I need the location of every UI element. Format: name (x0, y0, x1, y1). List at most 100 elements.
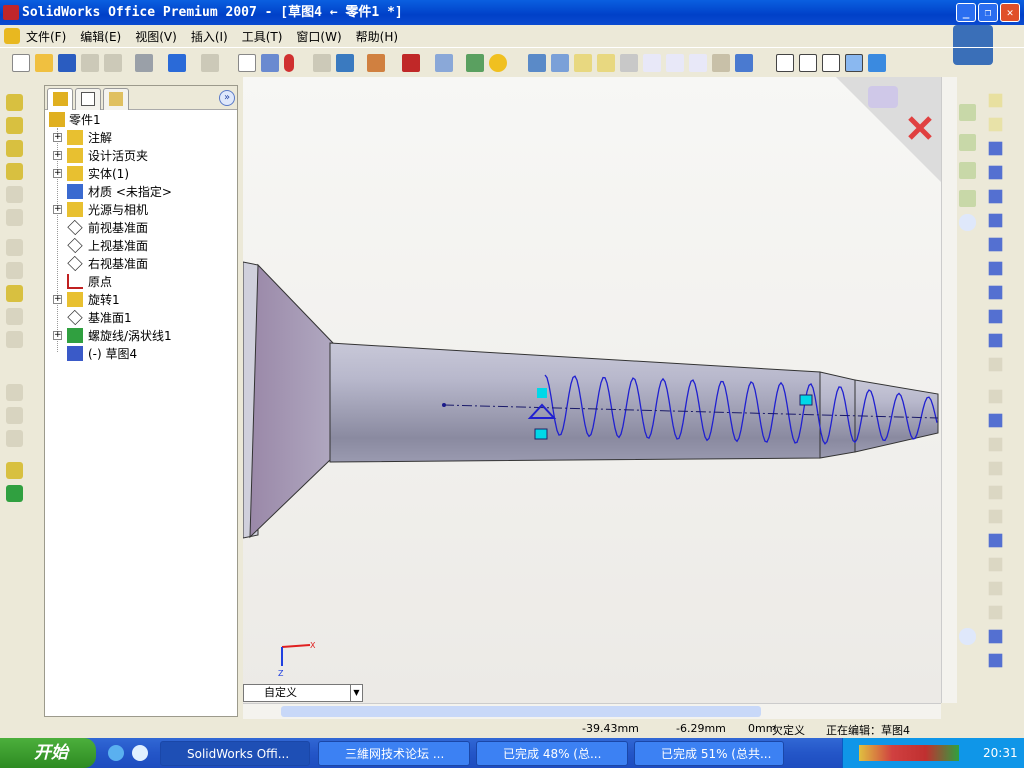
sweep-icon[interactable] (6, 163, 23, 180)
view-tool-4-icon[interactable] (643, 53, 661, 72)
tree-item[interactable]: + 旋转1 (45, 290, 235, 308)
rectangle-icon[interactable] (988, 165, 1003, 180)
tree-item[interactable]: 前视基准面 (45, 218, 235, 236)
tree-item[interactable]: + 光源与相机 (45, 200, 235, 218)
make-drawing-icon[interactable] (81, 53, 99, 72)
hole-icon[interactable] (6, 331, 23, 348)
tree-item[interactable]: + 注解 (45, 128, 235, 146)
solidworks-menu-icon[interactable] (4, 28, 20, 44)
shell-icon[interactable] (6, 285, 23, 302)
tree-item[interactable]: + 设计活页夹 (45, 146, 235, 164)
tree-item[interactable]: (-) 草图4 (45, 344, 235, 362)
reference-geometry-icon[interactable] (6, 462, 23, 479)
expand-icon[interactable]: + (53, 204, 62, 214)
mirror-icon[interactable] (6, 430, 23, 447)
view-tool-2-icon[interactable] (597, 53, 615, 72)
expand-icon[interactable]: + (53, 150, 62, 160)
save-icon[interactable] (58, 53, 76, 72)
zoom-icon[interactable] (551, 53, 569, 72)
menu-view[interactable]: 视图(V) (135, 28, 177, 45)
task-solidworks[interactable]: SolidWorks Offi... (160, 741, 310, 766)
expand-icon[interactable]: + (53, 294, 62, 304)
restore-button[interactable]: ❐ (978, 3, 998, 22)
undo-icon[interactable] (168, 53, 186, 72)
menu-help[interactable]: 帮助(H) (356, 28, 398, 45)
shaded-edges-icon[interactable] (845, 53, 863, 72)
grid-icon[interactable] (313, 53, 331, 72)
tree-item[interactable]: 基准面1 (45, 308, 235, 326)
linear-pattern-icon[interactable] (988, 485, 1003, 500)
print-icon[interactable] (135, 53, 153, 72)
draft-icon[interactable] (6, 308, 23, 325)
wireframe-icon[interactable] (776, 53, 794, 72)
menu-file[interactable]: 文件(F) (26, 28, 66, 45)
tree-item[interactable]: 右视基准面 (45, 254, 235, 272)
repair-sketch-icon[interactable] (988, 581, 1003, 596)
line-icon[interactable] (988, 141, 1003, 156)
curves-icon[interactable] (6, 485, 23, 502)
tree-item[interactable]: 材质 <未指定> (45, 182, 235, 200)
window-layout-icon[interactable] (435, 53, 453, 72)
ie-quicklaunch-icon[interactable] (108, 745, 124, 761)
mirror-sketch-icon[interactable] (988, 461, 1003, 476)
hidden-lines-icon[interactable] (799, 53, 817, 72)
display-relations-icon[interactable] (988, 557, 1003, 572)
relation-marker[interactable] (534, 428, 548, 440)
arc-icon[interactable] (988, 213, 1003, 228)
view-tool-6-icon[interactable] (689, 53, 707, 72)
task-forum[interactable]: 三維网技术论坛 ... (318, 741, 470, 766)
hidden-removed-icon[interactable] (822, 53, 840, 72)
view-selector[interactable]: 自定义 ▼ (243, 684, 363, 702)
construction-icon[interactable] (988, 357, 1003, 372)
point-icon[interactable] (988, 333, 1003, 348)
dropdown-arrow-icon[interactable]: ▼ (350, 685, 362, 701)
model-view[interactable]: X Z (242, 77, 941, 703)
path-icon[interactable] (988, 629, 1003, 644)
menu-insert[interactable]: 插入(I) (191, 28, 228, 45)
menu-tools[interactable]: 工具(T) (242, 28, 283, 45)
smart-dimension-icon[interactable] (988, 117, 1003, 132)
view-tool-3-icon[interactable] (620, 53, 638, 72)
trim-icon[interactable] (988, 413, 1003, 428)
view-zoom-icon[interactable] (959, 162, 976, 179)
expand-icon[interactable]: + (53, 330, 62, 340)
cut-extrude-icon[interactable] (6, 117, 23, 134)
properties-icon[interactable] (466, 53, 484, 72)
extrude-icon[interactable] (6, 94, 23, 111)
fillet-icon[interactable] (6, 209, 23, 226)
sketch-orient-icon[interactable] (528, 53, 546, 72)
view-tool-1-icon[interactable] (574, 53, 592, 72)
minimize-button[interactable]: _ (956, 3, 976, 22)
menu-edit[interactable]: 编辑(E) (80, 28, 121, 45)
sw-options-icon[interactable] (402, 53, 420, 72)
make-assembly-icon[interactable] (104, 53, 122, 72)
tree-item[interactable]: 原点 (45, 272, 235, 290)
task-download-48[interactable]: 已完成 48% (总... (476, 741, 628, 766)
exit-sketch-icon[interactable] (868, 86, 898, 108)
rebuild-icon[interactable] (284, 53, 294, 72)
view-home-icon[interactable] (959, 104, 976, 121)
close-button[interactable]: ✕ (1000, 3, 1020, 22)
graphics-area[interactable]: X Z 自定义 ▼ (242, 77, 941, 703)
convert-entities-icon[interactable] (988, 509, 1003, 524)
vertical-scrollbar[interactable] (941, 77, 957, 703)
offset-icon[interactable] (988, 437, 1003, 452)
start-button[interactable]: 开始 (0, 738, 96, 768)
tab-feature-tree[interactable] (47, 88, 73, 110)
horizontal-scrollbar[interactable] (243, 703, 941, 719)
tab-property-manager[interactable] (75, 88, 101, 110)
view-tool-7-icon[interactable] (712, 53, 730, 72)
photoworks-icon[interactable] (367, 53, 385, 72)
tree-item[interactable]: 上视基准面 (45, 236, 235, 254)
circular-pattern-icon[interactable] (6, 407, 23, 424)
collapse-icon[interactable] (959, 214, 976, 231)
revolve-tool-icon[interactable] (6, 140, 23, 157)
expand-panel-button[interactable]: » (219, 90, 235, 106)
tree-item[interactable]: + 螺旋线/涡状线1 (45, 326, 235, 344)
centerline-icon[interactable] (988, 285, 1003, 300)
view-orientation-icon[interactable] (735, 53, 753, 72)
tree-item[interactable]: + 实体(1) (45, 164, 235, 182)
view-tool-5-icon[interactable] (666, 53, 684, 72)
loft-icon[interactable] (6, 186, 23, 203)
expand-icon[interactable]: + (53, 168, 62, 178)
